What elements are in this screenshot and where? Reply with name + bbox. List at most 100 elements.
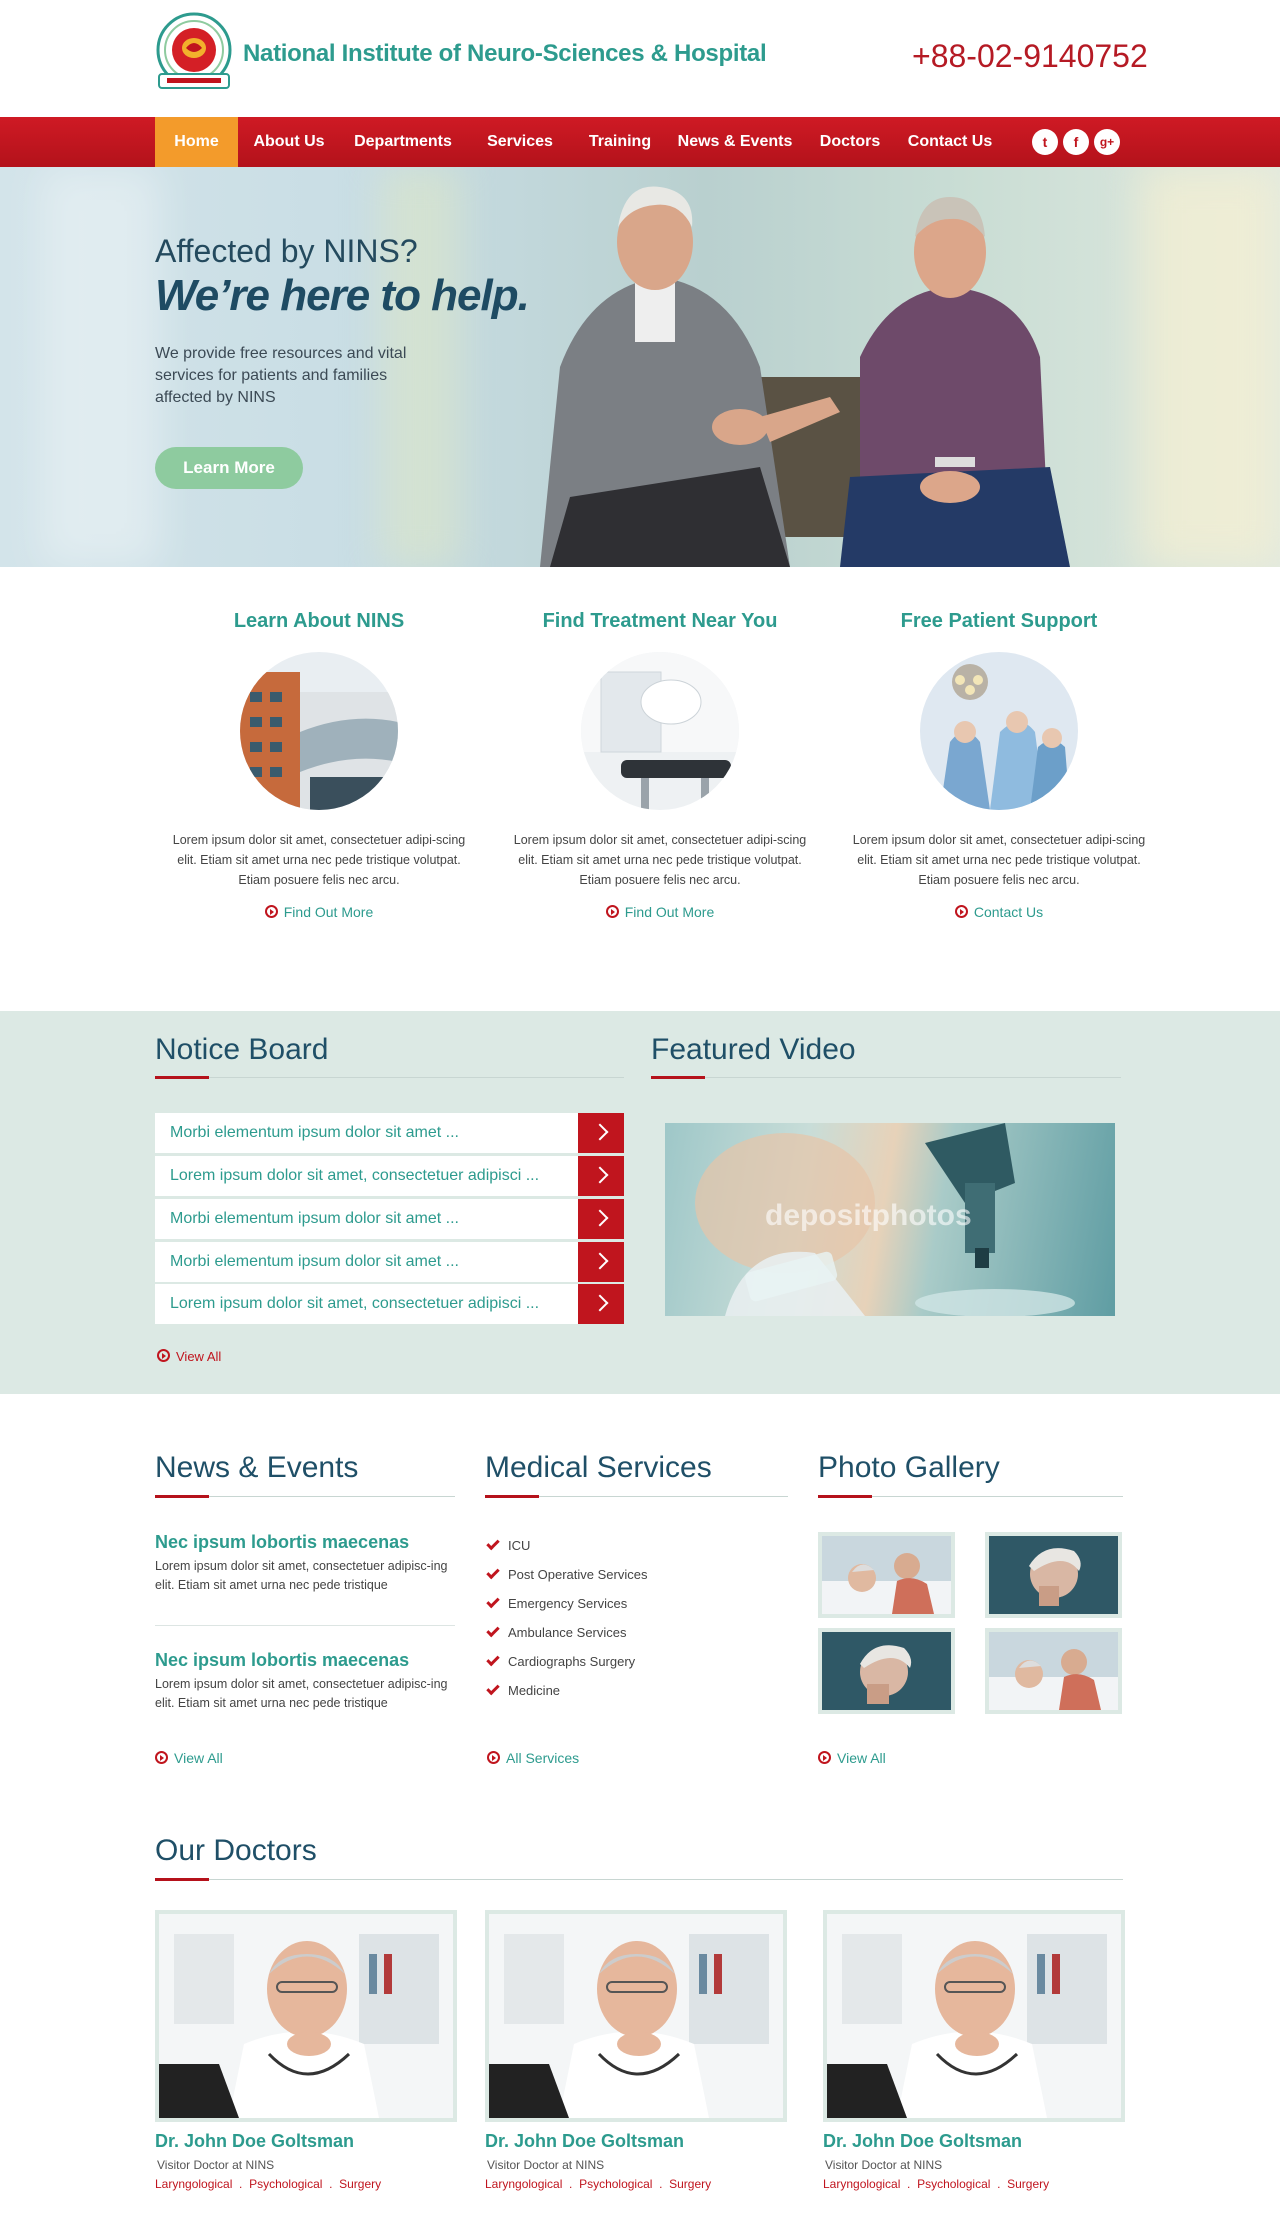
circle-arrow-icon [157,1349,170,1362]
notice-item[interactable]: Lorem ipsum dolor sit amet, consectetuer… [155,1156,624,1196]
doctor-name[interactable]: Dr. John Doe Goltsman [823,2131,1022,2152]
hero-background-blur [40,167,160,567]
nav-services[interactable]: Services [476,117,564,167]
nav-contact-us[interactable]: Contact Us [900,117,1000,167]
video-watermark: depositphotos [765,1199,972,1232]
feature-text: Lorem ipsum dolor sit amet, consectetuer… [852,833,1146,887]
google-plus-icon[interactable]: g+ [1094,129,1120,155]
doctor-photo[interactable] [485,1910,787,2122]
doctor-tag[interactable]: Psychological [249,2177,322,2191]
site-header: National Institute of Neuro-Sciences & H… [0,0,1280,117]
doctor-tag[interactable]: Laryngological [485,2177,562,2191]
doctor-tag[interactable]: Surgery [1007,2177,1049,2191]
feature-text: Lorem ipsum dolor sit amet, consectetuer… [172,833,466,887]
twitter-icon[interactable]: t [1032,129,1058,155]
circle-arrow-icon [155,1751,168,1764]
doctor-tag[interactable]: Psychological [579,2177,652,2191]
notice-text: Morbi elementum ipsum dolor sit amet ... [170,1253,459,1270]
medical-services-title: Medical Services [485,1451,712,1484]
doctor-tag[interactable]: Laryngological [823,2177,900,2191]
nav-doctors[interactable]: Doctors [808,117,892,167]
feature-find-treatment: Find Treatment Near You Lorem ipsum dolo… [510,610,810,920]
service-label: Ambulance Services [508,1625,627,1640]
service-item[interactable]: Medicine [486,1681,560,1698]
contact-us-link[interactable]: Contact Us [849,904,1149,920]
doctor-name[interactable]: Dr. John Doe Goltsman [485,2131,684,2152]
news-item[interactable]: Nec ipsum lobortis maecenas Lorem ipsum … [155,1650,455,1713]
circle-arrow-icon [954,905,968,918]
news-title[interactable]: Nec ipsum lobortis maecenas [155,1532,455,1553]
nav-about-us[interactable]: About Us [246,117,332,167]
notice-item[interactable]: Morbi elementum ipsum dolor sit amet ... [155,1113,624,1153]
chevron-right-icon[interactable] [578,1113,624,1153]
news-title[interactable]: Nec ipsum lobortis maecenas [155,1650,455,1671]
circle-arrow-icon [605,905,619,918]
chevron-right-icon[interactable] [578,1242,624,1282]
service-item[interactable]: Ambulance Services [486,1623,627,1640]
doctor-tag[interactable]: Surgery [669,2177,711,2191]
find-out-more-link[interactable]: Find Out More [510,904,810,920]
gallery-photo[interactable] [985,1532,1122,1618]
title-accent [155,1076,209,1079]
news-view-all-link[interactable]: View All [155,1750,223,1766]
learn-more-button[interactable]: Learn More [155,447,303,489]
nav-training[interactable]: Training [578,117,662,167]
nav-departments[interactable]: Departments [344,117,462,167]
gallery-photo[interactable] [818,1532,955,1618]
doctor-tag[interactable]: Surgery [339,2177,381,2191]
link-label: View All [174,1750,223,1766]
doctor-photo[interactable] [823,1910,1125,2122]
notice-item[interactable]: Morbi elementum ipsum dolor sit amet ... [155,1199,624,1239]
service-item[interactable]: Post Operative Services [486,1565,647,1582]
doctor-tags: Laryngological . Psychological . Surgery [155,2177,382,2191]
circle-arrow-icon [264,905,278,918]
service-item[interactable]: Emergency Services [486,1594,628,1611]
title-accent [818,1495,872,1498]
doctor-tag[interactable]: Psychological [917,2177,990,2191]
notice-text: Lorem ipsum dolor sit amet, consectetuer… [170,1295,540,1312]
doctor-photo[interactable] [155,1910,457,2122]
hero-tagline: We’re here to help. [155,271,530,320]
nins-logo[interactable] [153,12,235,98]
notice-item[interactable]: Morbi elementum ipsum dolor sit amet ... [155,1242,624,1282]
title-accent [155,1495,209,1498]
service-item[interactable]: Cardiographs Surgery [486,1652,635,1669]
feature-title[interactable]: Learn About NINS [169,610,469,640]
check-icon [486,1594,500,1609]
nav-home[interactable]: Home [155,117,238,167]
feature-title[interactable]: Find Treatment Near You [510,610,810,640]
notice-item[interactable]: Lorem ipsum dolor sit amet, consectetuer… [155,1284,624,1324]
featured-video-player[interactable]: depositphotos [665,1123,1115,1316]
title-divider [651,1077,1121,1078]
all-services-link[interactable]: All Services [487,1750,579,1766]
facebook-icon[interactable]: f [1063,129,1089,155]
main-nav: Home About Us Departments Services Train… [0,117,1280,167]
chevron-right-icon[interactable] [578,1284,624,1324]
gallery-photo[interactable] [985,1628,1122,1714]
title-accent [155,1878,209,1881]
site-title[interactable]: National Institute of Neuro-Sciences & H… [243,40,767,68]
doctor-name[interactable]: Dr. John Doe Goltsman [155,2131,354,2152]
news-item[interactable]: Nec ipsum lobortis maecenas Lorem ipsum … [155,1532,455,1595]
doctor-tag[interactable]: Laryngological [155,2177,232,2191]
title-accent [485,1495,539,1498]
nav-news-events[interactable]: News & Events [674,117,796,167]
check-icon [486,1623,500,1638]
gallery-photo[interactable] [818,1628,955,1714]
hero-heading: Affected by NINS? [155,233,418,269]
link-label: Find Out More [624,904,715,920]
gallery-view-all-link[interactable]: View All [818,1750,886,1766]
service-item[interactable]: ICU [486,1536,530,1553]
chevron-right-icon[interactable] [578,1156,624,1196]
link-label: Contact Us [973,904,1044,920]
find-out-more-link[interactable]: Find Out More [169,904,469,920]
chevron-right-icon[interactable] [578,1199,624,1239]
hero-banner: Affected by NINS? We’re here to help. We… [0,167,1280,567]
check-icon [486,1565,500,1580]
feature-title[interactable]: Free Patient Support [849,610,1149,640]
notice-view-all-link[interactable]: View All [157,1349,221,1364]
news-events-title: News & Events [155,1451,359,1484]
service-label: Emergency Services [508,1596,628,1611]
hospital-building-image [240,652,398,810]
treatment-room-image [581,652,739,810]
